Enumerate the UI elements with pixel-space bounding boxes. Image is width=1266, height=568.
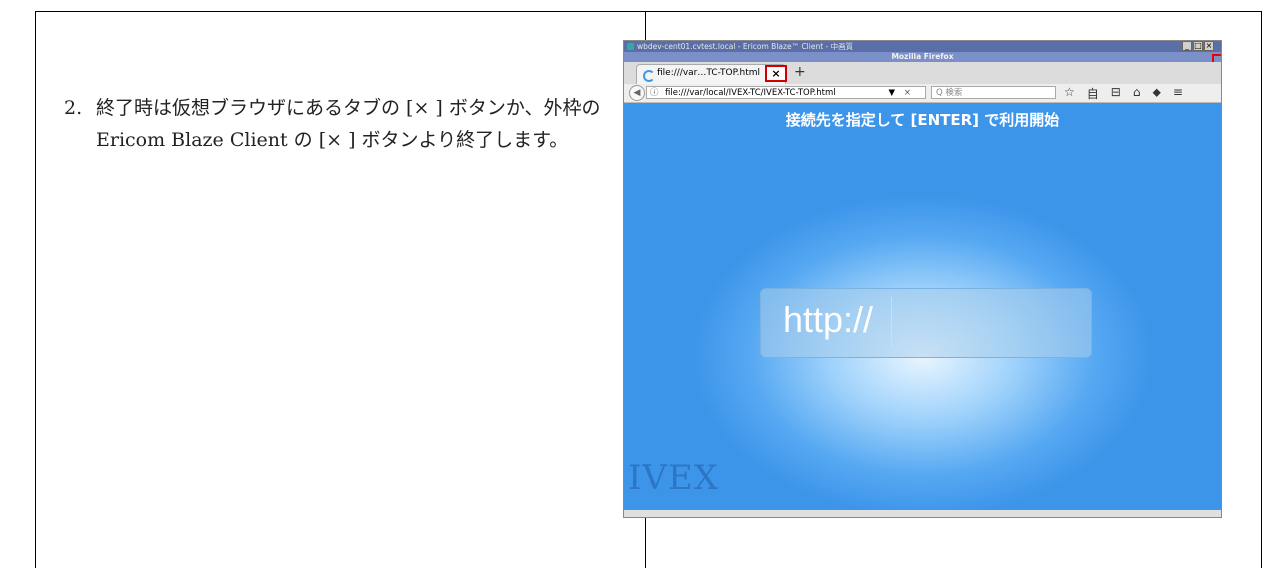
ivex-logo: IVEX [628, 458, 720, 498]
page-headline: 接続先を指定して [ENTER] で利用開始 [785, 111, 1060, 129]
menu-icon[interactable]: ≡ [1173, 85, 1183, 102]
browser-tab[interactable]: file:///var…TC-TOP.html [636, 64, 786, 84]
window-buttons: _ □ × [1182, 41, 1214, 52]
bookmarks-menu-icon[interactable]: 自 [1087, 85, 1099, 102]
minimize-button[interactable]: _ [1182, 41, 1192, 51]
close-window-button[interactable]: × [1204, 41, 1214, 51]
app-icon [627, 43, 634, 50]
extension-icon[interactable]: ⬥ [1152, 85, 1160, 102]
loading-icon [643, 70, 655, 82]
maximize-button[interactable]: □ [1193, 41, 1203, 51]
url-entry-text: http:// [783, 299, 874, 340]
firefox-title-bar: Mozilla Firefox [624, 52, 1221, 62]
search-input[interactable]: Q 検索 [931, 86, 1056, 99]
tab-bar: file:///var…TC-TOP.html × + [624, 62, 1221, 84]
new-tab-button[interactable]: + [794, 65, 806, 79]
tab-close-button[interactable]: × [765, 65, 787, 82]
home-icon[interactable]: ⌂ [1133, 85, 1141, 102]
toolbar-icons: ☆ 自 ⊟ ⌂ ⬥ ≡ [1064, 85, 1183, 102]
step-number: 2. [64, 97, 83, 119]
ericom-title-bar: wbdev-cent01.cvtest.local - Ericom Blaze… [624, 41, 1221, 52]
step-text: 終了時は仮想ブラウザにあるタブの [× ] ボタンか、外枠の Ericom Bl… [96, 97, 601, 151]
back-arrow-icon[interactable]: ◀ [629, 85, 645, 101]
pocket-icon[interactable]: ⊟ [1111, 85, 1121, 102]
page-content: 接続先を指定して [ENTER] で利用開始 http:// IVEX [624, 103, 1221, 510]
info-icon[interactable]: ⓘ [650, 87, 659, 100]
url-bar[interactable]: ⓘ file:///var/local/IVEX-TC/IVEX-TC-TOP.… [646, 86, 926, 99]
tab-label: file:///var…TC-TOP.html [657, 68, 761, 78]
bookmark-star-icon[interactable]: ☆ [1064, 85, 1075, 102]
step-2: 2. 終了時は仮想ブラウザにあるタブの [× ] ボタンか、外枠の Ericom… [64, 92, 624, 156]
url-entry-input[interactable]: http:// [760, 288, 1092, 358]
ericom-title: wbdev-cent01.cvtest.local - Ericom Blaze… [637, 42, 854, 51]
text-cursor [891, 297, 892, 349]
nav-bar: ◀ ⓘ file:///var/local/IVEX-TC/IVEX-TC-TO… [624, 84, 1221, 103]
url-dropdown-icon[interactable]: ▼ [888, 87, 895, 100]
url-clear-icon[interactable]: × [904, 87, 911, 100]
url-text: file:///var/local/IVEX-TC/IVEX-TC-TOP.ht… [665, 88, 836, 98]
status-bar [624, 510, 1221, 517]
browser-screenshot: wbdev-cent01.cvtest.local - Ericom Blaze… [623, 40, 1222, 518]
